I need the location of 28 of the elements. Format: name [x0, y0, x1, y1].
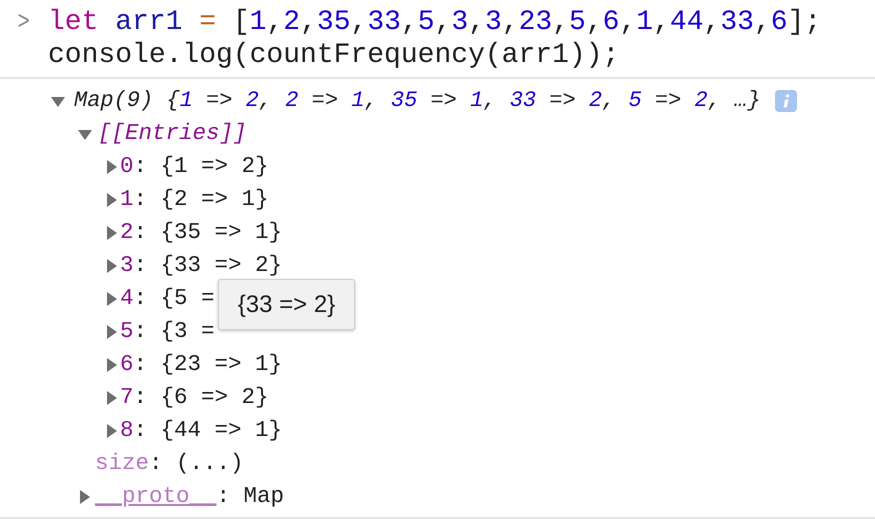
entry-index: 5	[120, 317, 134, 346]
entry-index: 1	[120, 185, 134, 214]
property-value: : (...)	[149, 449, 244, 478]
entry-index: 7	[120, 383, 134, 412]
entry-index: 3	[120, 251, 134, 280]
entry-value: : {35 => 1}	[134, 218, 282, 247]
property-key: __proto__	[95, 480, 217, 513]
entry-value: : {2 => 1}	[134, 185, 269, 214]
tooltip: {33 => 2}	[218, 279, 355, 330]
property-key: size	[95, 447, 150, 480]
entry-index: 0	[120, 152, 134, 181]
entry-value: : {3 =	[134, 317, 215, 346]
entry-value: : {5 =	[134, 284, 215, 313]
prompt-caret: >	[17, 6, 31, 39]
entry-value: : {6 => 2}	[134, 383, 269, 412]
entry-value: : {1 => 2}	[134, 152, 269, 181]
entry-index: 4	[120, 284, 134, 313]
property-value: : Map	[216, 482, 284, 511]
code-line: let arr1 = [1,2,35,33,5,3,3,23,5,6,1,44,33,6];	[48, 6, 822, 39]
entry-value: : {23 => 1}	[134, 350, 282, 379]
entry-index: 8	[120, 416, 134, 445]
entry-value: : {33 => 2}	[134, 251, 282, 280]
entry-index: 2	[120, 218, 134, 247]
entries-label: [[Entries]]	[98, 119, 247, 148]
entry-index: 6	[120, 350, 134, 379]
entry-value: : {44 => 1}	[134, 416, 282, 445]
map-preview: Map(9) {1 => 2, 2 => 1, 35 => 1, 33 => 2, 5 => 2, …}	[74, 87, 761, 115]
code-line: console.log(countFrequency(arr1));	[48, 39, 620, 72]
